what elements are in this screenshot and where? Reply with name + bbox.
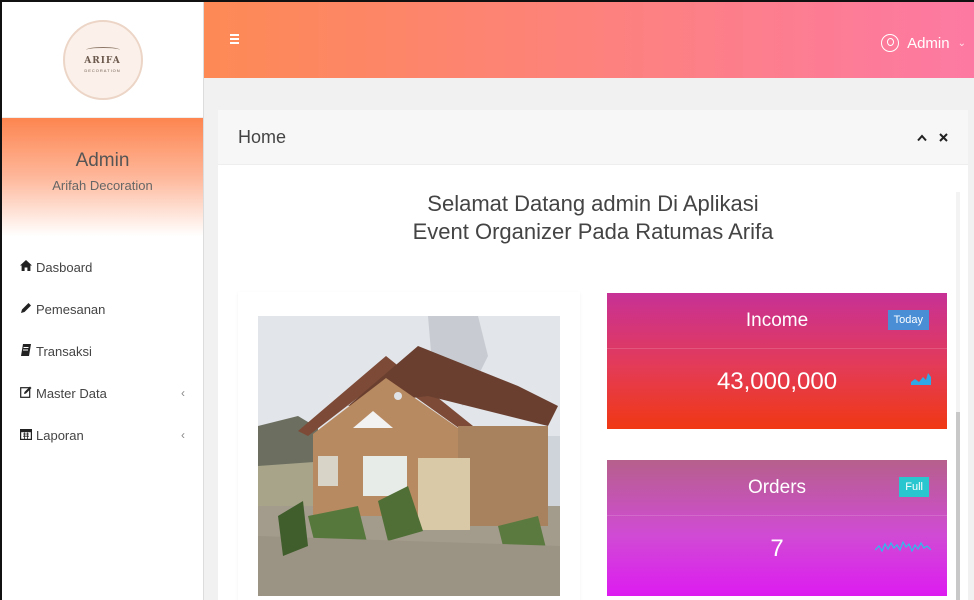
orders-title: Orders [747, 477, 807, 498]
pencil-icon [20, 302, 36, 317]
logo-title: ARIFA [84, 55, 121, 66]
house-photo [258, 316, 560, 596]
home-icon [20, 260, 36, 274]
profile-name: Admin [75, 150, 130, 171]
brand-logo[interactable]: ARIFA DECORATION [62, 19, 143, 100]
logo-swirl [85, 46, 120, 53]
book-icon [20, 343, 36, 359]
chevron-left-icon: ‹ [181, 428, 185, 442]
top-navbar: Admin ⌄ [204, 2, 974, 78]
income-badge: Today [887, 310, 929, 330]
close-icon[interactable] [939, 130, 948, 145]
sidebar: ARIFA DECORATION Admin Arifah Decoration… [2, 2, 204, 600]
logo-subtitle: DECORATION [84, 67, 121, 73]
welcome-line-2: Event Organizer Pada Ratumas Arifa [412, 219, 774, 244]
sidebar-item-transaksi[interactable]: Transaksi [2, 330, 203, 372]
sidebar-item-label: Pemesanan [36, 301, 106, 317]
home-panel: Home Selamat Datang admin Di Aplikasi Ev… [218, 110, 968, 600]
user-circle-icon [881, 34, 900, 52]
profile-subtitle: Arifah Decoration [52, 178, 153, 193]
income-card: Income Today 43,000,000 [607, 293, 947, 429]
orders-card-header: Orders Full [607, 460, 947, 516]
sidebar-item-label: Transaksi [36, 343, 92, 359]
income-value: 43,000,000 [716, 368, 838, 395]
chevron-left-icon: ‹ [181, 386, 185, 400]
sidebar-item-dasboard[interactable]: Dasboard [2, 246, 203, 288]
edit-icon [20, 386, 36, 401]
sidebar-item-laporan[interactable]: Laporan ‹ [2, 414, 203, 456]
orders-badge: Full [899, 477, 929, 497]
area-chart-icon [911, 371, 931, 390]
income-card-header: Income Today [607, 293, 947, 349]
sidebar-item-pemesanan[interactable]: Pemesanan [2, 288, 203, 330]
user-menu[interactable]: Admin ⌄ [881, 34, 966, 52]
sidebar-item-label: Master Data [36, 385, 107, 401]
calendar-icon [20, 428, 36, 443]
chevron-down-icon: ⌄ [957, 37, 966, 49]
orders-card: Orders Full 7 [607, 460, 947, 596]
sparkline-icon [874, 538, 932, 561]
logo-area: ARIFA DECORATION [2, 2, 203, 118]
chevron-up-icon[interactable] [917, 130, 927, 145]
user-menu-label: Admin [907, 34, 950, 52]
welcome-message: Selamat Datang admin Di Aplikasi Event O… [218, 190, 968, 246]
welcome-line-1: Selamat Datang admin Di Aplikasi [427, 191, 759, 216]
sidebar-item-master-data[interactable]: Master Data ‹ [2, 372, 203, 414]
sidebar-item-label: Laporan [36, 427, 84, 443]
photo-card [238, 292, 580, 600]
sidebar-profile: Admin Arifah Decoration [2, 118, 203, 236]
page-title: Home [238, 126, 287, 147]
sidebar-menu: Dasboard Pemesanan Transaksi Master Data [2, 246, 203, 456]
scrollbar-thumb[interactable] [956, 412, 960, 600]
sidebar-item-label: Dasboard [36, 259, 93, 275]
menu-icon[interactable] [230, 34, 239, 44]
app-frame: ARIFA DECORATION Admin Arifah Decoration… [0, 0, 974, 600]
panel-header: Home [218, 110, 968, 165]
